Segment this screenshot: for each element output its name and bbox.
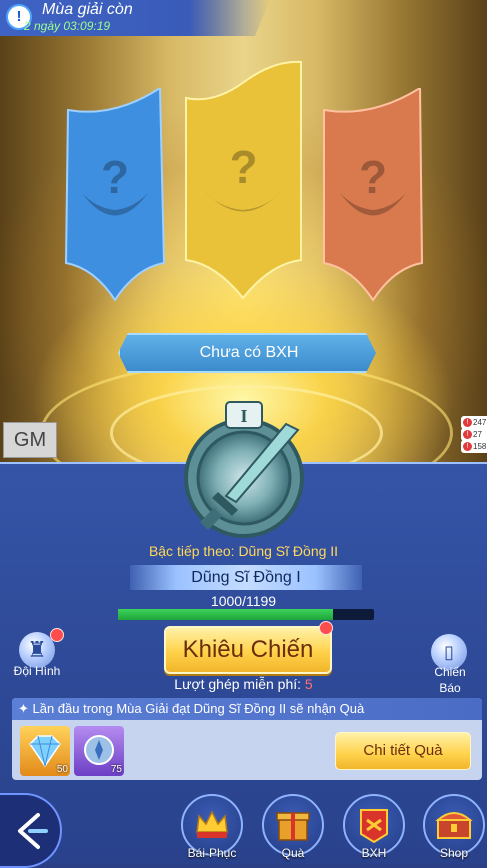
next-rank-label: Bậc tiếp theo: Dũng Sĩ Đồng II xyxy=(148,543,339,559)
podium-slot-2: ? xyxy=(64,88,166,303)
gm-button[interactable]: GM xyxy=(3,422,57,458)
warning-icon: ! xyxy=(463,430,472,439)
rank-badge: I xyxy=(178,400,310,540)
reward-qty: 75 xyxy=(110,764,122,775)
reward-qty: 50 xyxy=(56,764,68,775)
rank-progress-bar xyxy=(118,609,374,620)
nav-item-gift[interactable]: Quà xyxy=(261,794,325,860)
season-timer: 2 ngày 03:09:19 xyxy=(24,19,111,33)
nav-item-shop[interactable]: Shop xyxy=(422,794,486,860)
free-turns: Lượt ghép miễn phí: 5 xyxy=(0,676,487,692)
nav-item-ranking[interactable]: BXH xyxy=(342,794,406,860)
nav-label: BXH xyxy=(361,846,387,860)
warning-icon: ! xyxy=(463,418,472,427)
rank-progress-fill xyxy=(118,609,333,620)
reward-item[interactable]: 50 xyxy=(20,726,70,776)
svg-text:I: I xyxy=(240,406,247,426)
stat-pill: ! 158 xyxy=(461,440,487,453)
placeholder-mark: ? xyxy=(229,141,258,193)
challenge-button[interactable]: Khiêu Chiến xyxy=(164,626,332,674)
reward-item[interactable]: 75 xyxy=(74,726,124,776)
reward-detail-button[interactable]: Chi tiết Quà xyxy=(335,732,471,770)
rank-badge-icon: I xyxy=(184,401,304,538)
progress-text: 1000/1199 xyxy=(210,593,277,609)
nav-item-worship[interactable]: Bái-Phục xyxy=(180,794,244,860)
back-button[interactable] xyxy=(0,793,62,868)
notification-dot xyxy=(319,621,333,635)
nav-label: Shop xyxy=(439,846,469,860)
placeholder-mark: ? xyxy=(100,151,130,203)
current-rank-label: Dũng Sĩ Đồng I xyxy=(130,565,362,590)
podium-slot-1: ? xyxy=(184,60,303,300)
placeholder-mark: ? xyxy=(358,151,388,203)
back-arrow-icon xyxy=(18,813,48,849)
free-turns-label: Lượt ghép miễn phí: xyxy=(174,676,302,692)
nav-label: Quà xyxy=(281,846,305,860)
podium-slot-3: ? xyxy=(322,88,424,303)
reward-header: ✦ Lần đầu trong Mùa Giải đạt Dũng Sĩ Đồn… xyxy=(12,698,482,720)
free-turns-value: 5 xyxy=(304,676,313,692)
season-title: Mùa giải còn xyxy=(42,1,133,18)
nav-label: Bái-Phục xyxy=(187,846,237,860)
notification-dot xyxy=(50,628,64,642)
ranking-status: Chưa có BXH xyxy=(118,333,376,373)
warning-icon: ! xyxy=(463,442,472,451)
